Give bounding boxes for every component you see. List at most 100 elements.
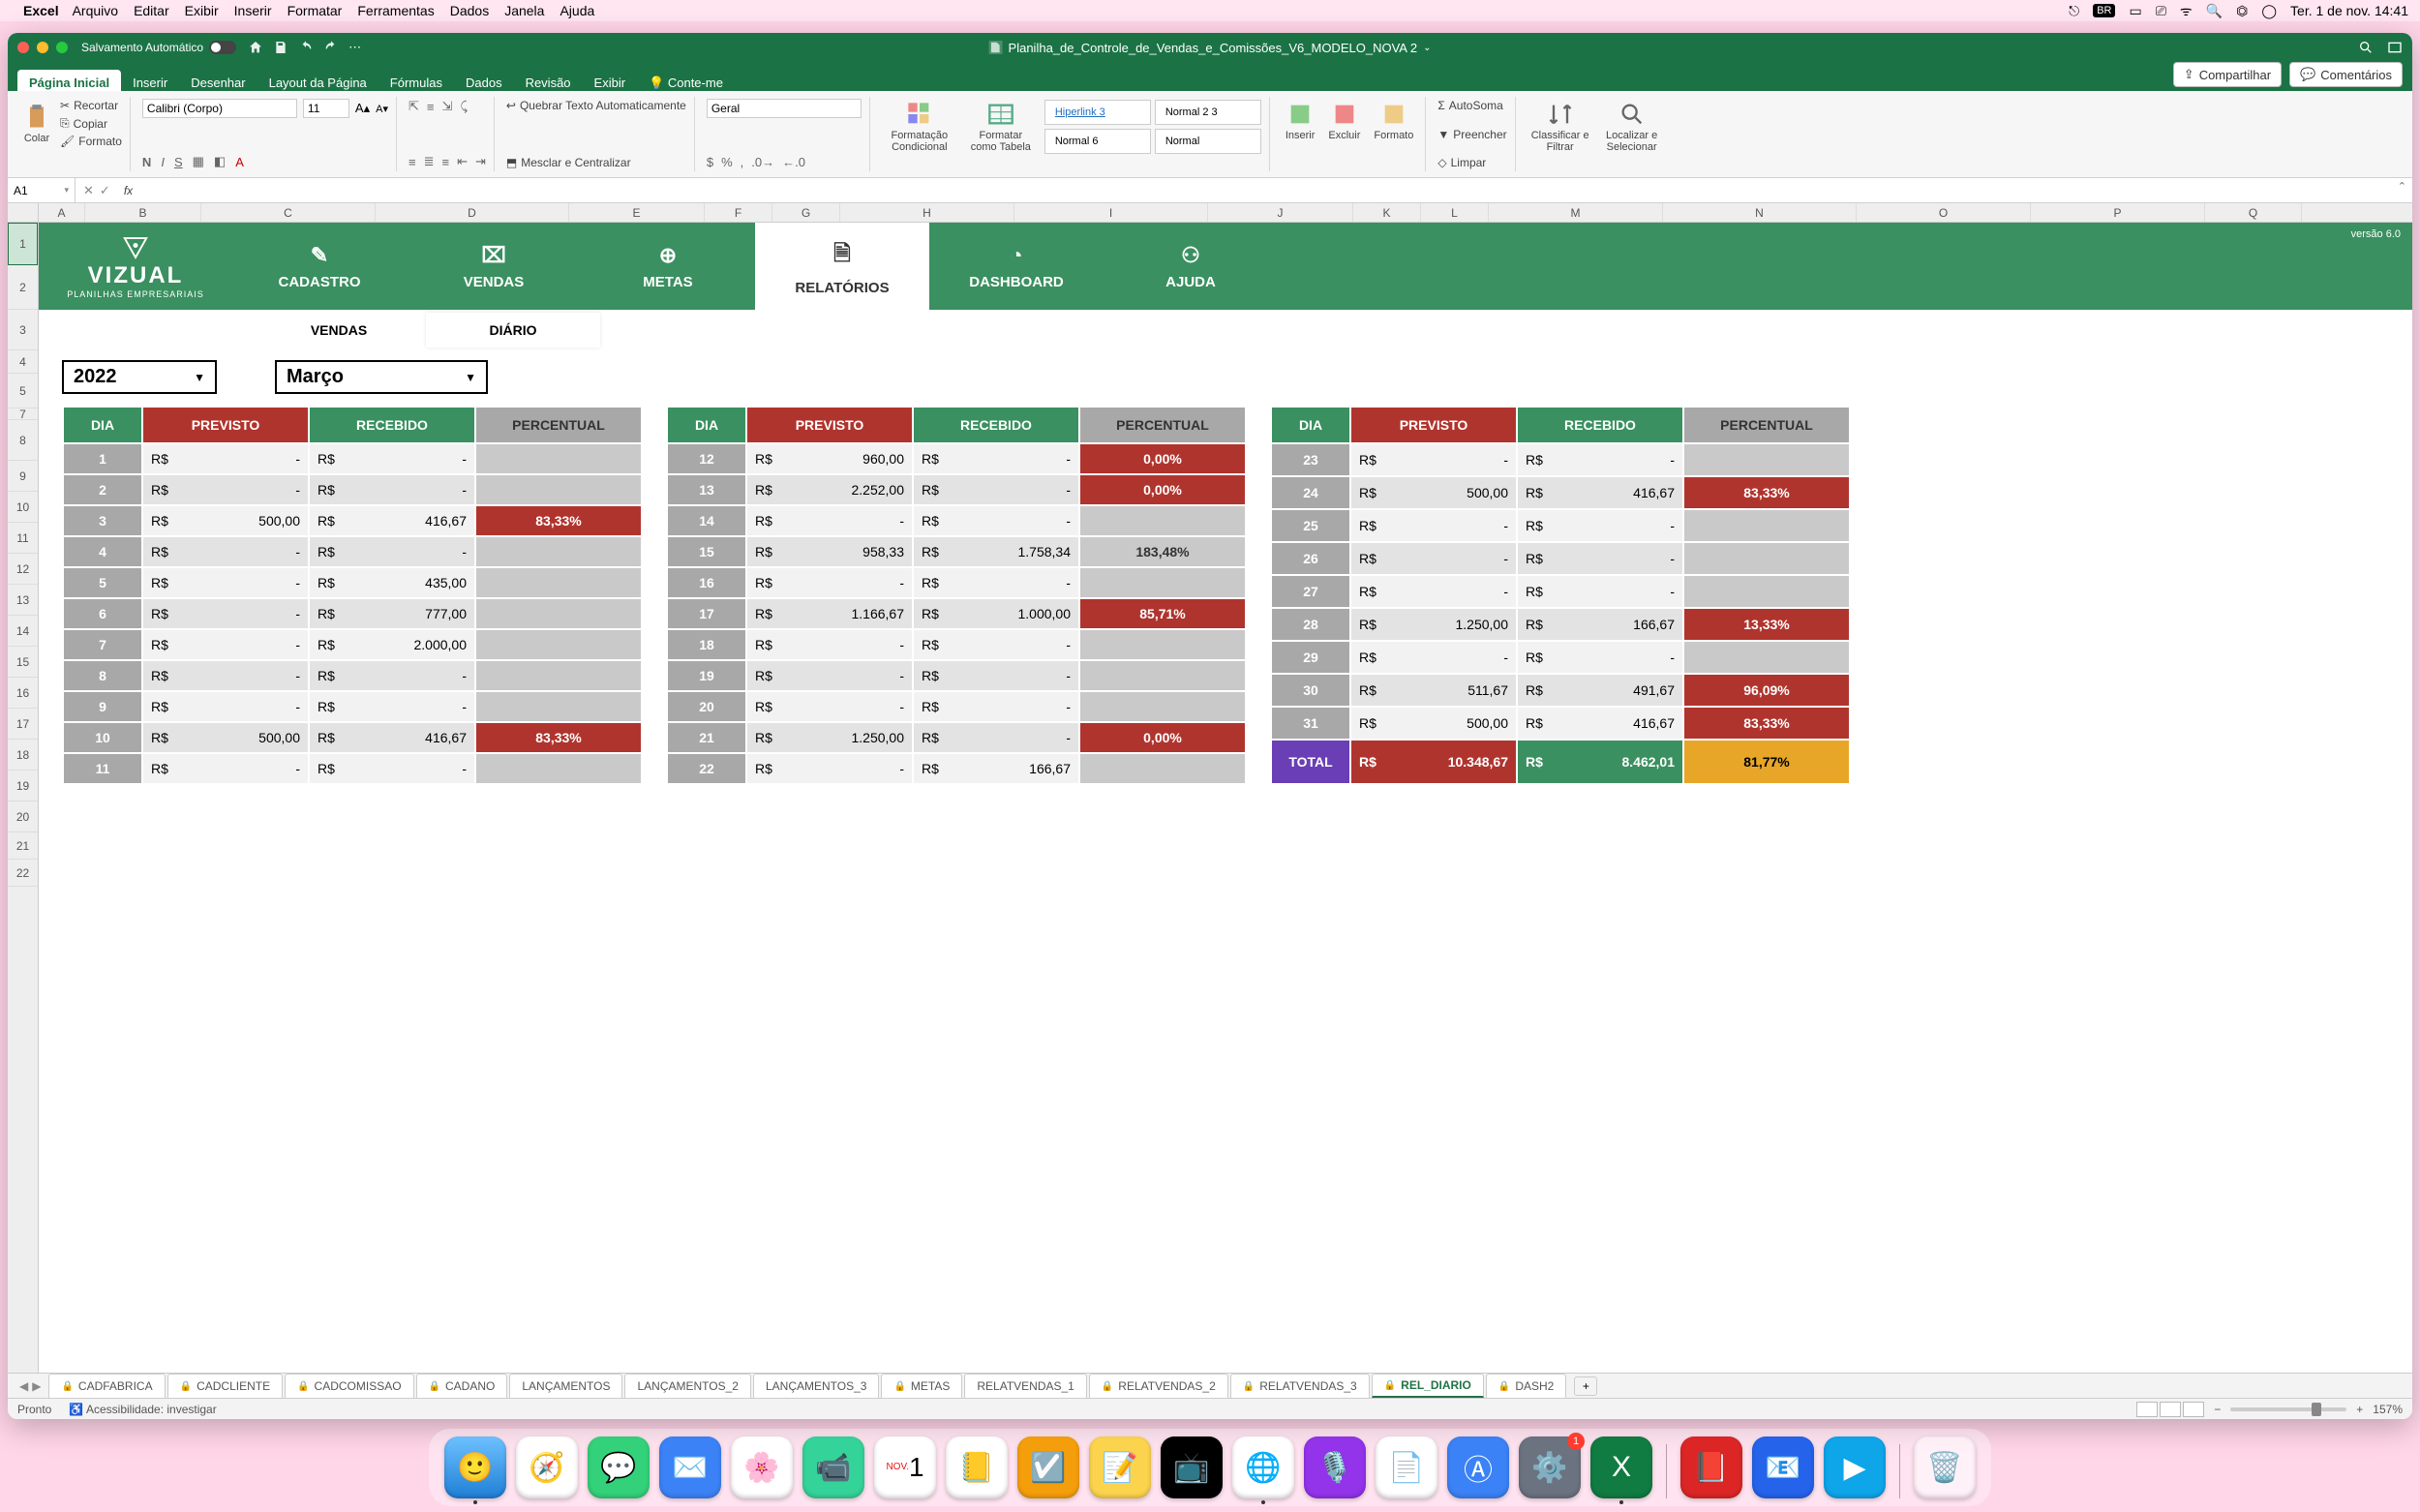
currency-icon[interactable]: $ [707,155,713,169]
minimize-icon[interactable] [37,42,48,53]
style-normal23[interactable]: Normal 2 3 [1155,100,1261,125]
row-header[interactable]: 15 [8,647,38,678]
cut-button[interactable]: ✂Recortar [60,99,122,112]
close-icon[interactable] [17,42,29,53]
row-header[interactable]: 11 [8,523,38,554]
column-header[interactable]: K [1353,203,1421,222]
menuextra-icon[interactable]: ⎋ [2069,3,2079,19]
page-break-view-icon[interactable] [2183,1402,2204,1417]
mac-menu-item[interactable]: Ferramentas [357,3,434,18]
normal-view-icon[interactable] [2136,1402,2158,1417]
dock-facetime[interactable]: 📹 [802,1436,864,1498]
spotlight-icon[interactable]: 🔍 [2206,3,2223,19]
mac-menu-item[interactable]: Exibir [185,3,219,18]
column-header[interactable]: I [1014,203,1208,222]
dock-safari[interactable]: 🧭 [516,1436,578,1498]
chevron-down-icon[interactable]: ▾ [64,185,69,196]
column-header[interactable]: G [772,203,840,222]
orientation-icon[interactable]: ⤹ [460,99,468,114]
autosave-toggle[interactable]: Salvamento Automático [81,41,236,54]
font-name-select[interactable] [142,99,297,118]
redo-icon[interactable] [323,40,339,55]
row-header[interactable]: 5 [8,374,38,408]
column-header[interactable]: A [39,203,85,222]
row-header[interactable]: 22 [8,860,38,887]
share-button[interactable]: ⇪ Compartilhar [2173,62,2282,87]
indent-decrease-icon[interactable]: ⇤ [457,154,468,169]
format-painter-button[interactable]: 🖌Formato [60,135,122,148]
column-header[interactable]: J [1208,203,1353,222]
wifi-icon[interactable]: ᯤ [2180,2,2193,20]
column-header[interactable]: B [85,203,201,222]
fill-color-button[interactable]: ◧ [214,154,226,169]
column-header[interactable]: M [1489,203,1663,222]
row-header[interactable]: 17 [8,709,38,740]
delete-cells-button[interactable]: Excluir [1324,99,1364,143]
nav-item-relatórios[interactable]: 🗎RELATÓRIOS [755,223,929,310]
column-header[interactable]: F [705,203,772,222]
next-sheet-icon[interactable]: ▶ [32,1379,41,1393]
sheet-tab[interactable]: LANÇAMENTOS_3 [753,1374,879,1398]
toggle-ribbon-icon[interactable] [2387,40,2403,55]
row-header[interactable]: 14 [8,616,38,647]
dock-chrome[interactable]: 🌐 [1232,1436,1294,1498]
toggle-icon[interactable] [209,41,236,54]
undo-icon[interactable] [298,40,314,55]
font-size-select[interactable] [303,99,349,118]
row-header[interactable]: 12 [8,554,38,585]
column-header[interactable]: C [201,203,376,222]
subtab-vendas[interactable]: VENDAS [252,313,426,348]
zoom-slider[interactable] [2230,1407,2346,1411]
sheet-content[interactable]: VIZUAL PLANILHAS EMPRESARIAIS ✎CADASTRO⌧… [39,223,2412,1373]
style-normal[interactable]: Normal [1155,129,1261,154]
mac-menu-item[interactable]: Inserir [234,3,272,18]
sheet-tab[interactable]: 🔒DASH2 [1486,1374,1566,1398]
nav-item-cadastro[interactable]: ✎CADASTRO [232,223,407,310]
increase-font-icon[interactable]: A▴ [355,101,370,116]
font-color-button[interactable]: A [235,155,244,169]
column-header[interactable]: L [1421,203,1489,222]
row-header[interactable]: 2 [8,265,38,310]
format-as-table-button[interactable]: Formatar como Tabela [963,99,1039,155]
comma-icon[interactable]: , [741,155,744,169]
nav-item-vendas[interactable]: ⌧VENDAS [407,223,581,310]
decrease-font-icon[interactable]: A▾ [376,103,388,115]
sheet-tab[interactable]: 🔒CADCLIENTE [167,1374,283,1398]
increase-decimal-icon[interactable]: .0→ [751,155,774,169]
dock-excel[interactable]: X [1590,1436,1652,1498]
column-header[interactable]: E [569,203,705,222]
dock-appletv[interactable]: 📺 [1161,1436,1223,1498]
dock-podcasts[interactable]: 🎙️ [1304,1436,1366,1498]
collapse-ribbon-icon[interactable]: ⌃ [2398,180,2406,193]
conditional-format-button[interactable]: Formatação Condicional [882,99,957,155]
view-buttons[interactable] [2136,1402,2204,1417]
mac-menu-item[interactable]: Editar [134,3,169,18]
traffic-lights[interactable] [17,42,68,53]
mac-menu-item[interactable]: Ajuda [560,3,594,18]
wrap-text-button[interactable]: ↩Quebrar Texto Automaticamente [506,99,686,112]
year-filter[interactable]: 2022▼ [62,360,217,394]
more-icon[interactable]: ⋯ [348,40,361,55]
autosum-button[interactable]: ΣAutoSoma [1437,99,1506,112]
chevron-down-icon[interactable]: ⌄ [1423,43,1431,53]
nav-item-metas[interactable]: ⊕METAS [581,223,755,310]
zoom-in-icon[interactable]: + [2356,1403,2363,1416]
sheet-tab[interactable]: 🔒REL_DIARIO [1372,1374,1484,1398]
save-icon[interactable] [273,40,288,55]
clock[interactable]: Ter. 1 de nov. 14:41 [2290,3,2408,18]
row-header[interactable]: 3 [8,310,38,350]
subtab-diario[interactable]: DIÁRIO [426,313,600,348]
sheet-tab[interactable]: LANÇAMENTOS_2 [624,1374,750,1398]
column-header[interactable]: Q [2205,203,2302,222]
fill-button[interactable]: ▼Preencher [1437,128,1506,141]
border-button[interactable]: ▦ [193,154,204,169]
mac-menu-item[interactable]: Formatar [287,3,343,18]
select-all-corner[interactable] [8,203,39,222]
row-header[interactable]: 1 [8,223,38,265]
dock-trash[interactable]: 🗑️ [1914,1436,1976,1498]
comments-button[interactable]: 💬 Comentários [2289,62,2403,87]
find-select-button[interactable]: Localizar e Selecionar [1599,99,1665,155]
dock-notes[interactable]: 📝 [1089,1436,1151,1498]
align-bottom-icon[interactable]: ⇲ [441,99,452,114]
nav-item-dashboard[interactable]: ◔DASHBOARD [929,223,1104,310]
